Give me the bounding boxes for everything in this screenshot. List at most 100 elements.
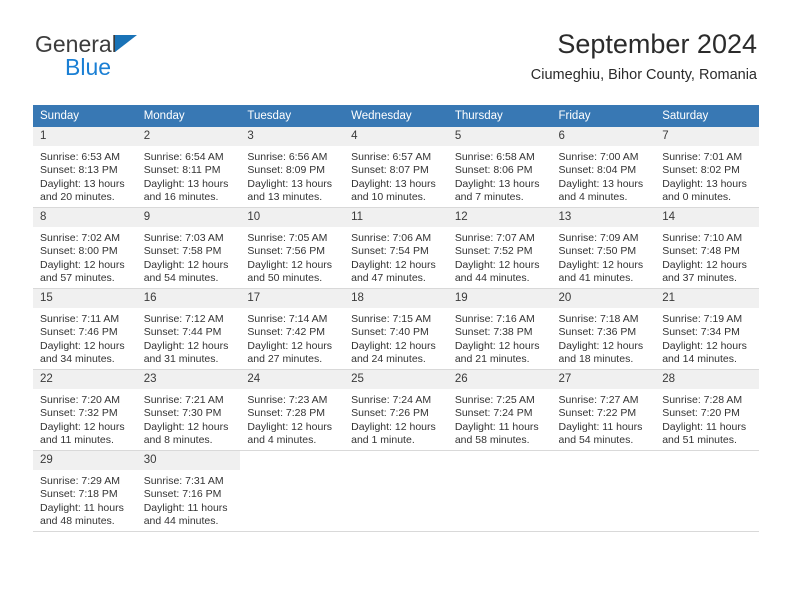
daylight-text-line2: and 47 minutes. [351, 272, 426, 285]
calendar-day-cell: 17 Sunrise: 7:14 AM Sunset: 7:42 PM Dayligh… [240, 288, 345, 370]
daylight-text-line1: Daylight: 13 hours [558, 177, 644, 190]
day-details: Sunrise: 7:03 AM Sunset: 7:58 PM Daylight:… [137, 227, 241, 286]
day-details: Sunrise: 7:25 AM Sunset: 7:24 PM Daylight:… [448, 389, 552, 448]
day-number-placeholder [551, 451, 656, 470]
daylight-text-line2: and 20 minutes. [40, 191, 115, 204]
sunrise-text: Sunrise: 7:09 AM [558, 232, 639, 244]
daylight-text-line2: and 11 minutes. [40, 434, 114, 447]
daylight-text-line2: and 37 minutes. [662, 272, 737, 285]
day-number: 21 [655, 289, 759, 308]
sunset-text: Sunset: 8:00 PM [40, 245, 118, 258]
daylight-text-line1: Daylight: 12 hours [454, 258, 540, 271]
day-number: 26 [447, 370, 552, 389]
daylight-text-line1: Daylight: 12 hours [662, 339, 747, 352]
calendar-day-cell: 4 Sunrise: 6:57 AM Sunset: 8:07 PM Daylight… [344, 126, 448, 208]
calendar-day-cell-empty [447, 450, 552, 532]
day-number: 11 [344, 208, 448, 227]
calendar-day-cell: 16 Sunrise: 7:12 AM Sunset: 7:44 PM Dayligh… [136, 288, 241, 370]
calendar-day-cell: 30 Sunrise: 7:31 AM Sunset: 7:16 PM Dayligh… [136, 450, 241, 532]
calendar-day-cell: 23 Sunrise: 7:21 AM Sunset: 7:30 PM Dayligh… [136, 369, 241, 451]
sunrise-text: Sunrise: 7:18 AM [558, 313, 639, 325]
sunrise-text: Sunrise: 7:12 AM [143, 313, 224, 325]
sunrise-text: Sunrise: 7:11 AM [40, 313, 120, 325]
sunset-text: Sunset: 7:28 PM [247, 407, 326, 420]
day-number: 13 [551, 208, 656, 227]
sunrise-text: Sunrise: 6:56 AM [247, 151, 328, 163]
day-number: 15 [33, 289, 137, 308]
calendar-day-cell: 13 Sunrise: 7:09 AM Sunset: 7:50 PM Dayligh… [551, 207, 656, 289]
daylight-text-line2: and 0 minutes. [662, 191, 732, 204]
sunset-text: Sunset: 7:26 PM [351, 407, 429, 420]
daylight-text-line1: Daylight: 11 hours [662, 420, 747, 433]
day-details: Sunrise: 7:28 AM Sunset: 7:20 PM Daylight:… [655, 389, 759, 448]
calendar-day-cell: 26 Sunrise: 7:25 AM Sunset: 7:24 PM Dayligh… [447, 369, 552, 451]
logo-word-blue: Blue [65, 54, 112, 80]
sunset-text: Sunset: 7:54 PM [351, 245, 429, 258]
calendar-day-cell: 7 Sunrise: 7:01 AM Sunset: 8:02 PM Daylight… [655, 126, 759, 208]
day-details: Sunrise: 7:12 AM Sunset: 7:44 PM Daylight:… [137, 308, 241, 367]
calendar-day-cell: 1 Sunrise: 6:53 AM Sunset: 8:13 PM Daylight… [33, 126, 137, 208]
day-number: 27 [551, 370, 656, 389]
sunset-text: Sunset: 7:52 PM [454, 245, 533, 258]
day-details: Sunrise: 7:07 AM Sunset: 7:52 PM Daylight:… [448, 227, 552, 286]
day-number: 14 [655, 208, 759, 227]
sunrise-text: Sunrise: 7:15 AM [351, 313, 432, 325]
sunset-text: Sunset: 8:02 PM [662, 164, 740, 177]
sunrise-text: Sunrise: 7:24 AM [351, 394, 432, 406]
day-number: 20 [551, 289, 656, 308]
calendar-day-cell: 20 Sunrise: 7:18 AM Sunset: 7:36 PM Dayligh… [551, 288, 656, 370]
daylight-text-line1: Daylight: 12 hours [143, 420, 229, 433]
daylight-text-line2: and 58 minutes. [454, 434, 530, 447]
page-header: General Blue September 2024 Ciumeghiu, B… [0, 0, 792, 83]
day-details: Sunrise: 7:14 AM Sunset: 7:42 PM Daylight:… [240, 308, 344, 367]
sunset-text: Sunset: 7:16 PM [143, 488, 222, 501]
sunrise-text: Sunrise: 7:06 AM [351, 232, 432, 244]
day-details: Sunrise: 7:29 AM Sunset: 7:18 PM Daylight:… [33, 470, 137, 529]
sunrise-text: Sunrise: 7:10 AM [662, 232, 743, 244]
page-title: September 2024 [557, 29, 757, 59]
daylight-text-line2: and 18 minutes. [558, 353, 634, 366]
day-details: Sunrise: 7:10 AM Sunset: 7:48 PM Daylight:… [655, 227, 759, 286]
sunrise-text: Sunrise: 7:20 AM [40, 394, 120, 406]
day-details: Sunrise: 7:05 AM Sunset: 7:56 PM Daylight:… [240, 227, 344, 286]
day-details: Sunrise: 7:00 AM Sunset: 8:04 PM Daylight:… [552, 146, 656, 205]
calendar-day-cell: 9 Sunrise: 7:03 AM Sunset: 7:58 PM Daylight… [136, 207, 241, 289]
sunrise-text: Sunrise: 6:58 AM [454, 151, 535, 163]
day-details: Sunrise: 6:54 AM Sunset: 8:11 PM Daylight:… [137, 146, 241, 205]
day-details: Sunrise: 7:15 AM Sunset: 7:40 PM Daylight:… [344, 308, 448, 367]
daylight-text-line2: and 4 minutes. [247, 434, 317, 447]
weekday-header-friday: Friday [551, 105, 656, 127]
sunset-text: Sunset: 7:58 PM [143, 245, 222, 258]
sunrise-text: Sunrise: 7:19 AM [662, 313, 743, 325]
sunset-text: Sunset: 7:32 PM [40, 407, 118, 420]
day-number: 9 [136, 208, 241, 227]
weekday-header-sunday: Sunday [33, 105, 137, 127]
daylight-text-line1: Daylight: 12 hours [143, 339, 229, 352]
day-number: 7 [655, 127, 759, 146]
daylight-text-line1: Daylight: 13 hours [40, 177, 125, 190]
day-details: Sunrise: 6:58 AM Sunset: 8:06 PM Daylight:… [448, 146, 552, 205]
calendar-day-cell: 8 Sunrise: 7:02 AM Sunset: 8:00 PM Daylight… [33, 207, 137, 289]
sunset-text: Sunset: 7:50 PM [558, 245, 637, 258]
sunset-text: Sunset: 7:40 PM [351, 326, 429, 339]
day-details: Sunrise: 7:18 AM Sunset: 7:36 PM Daylight:… [552, 308, 656, 367]
day-number: 3 [240, 127, 345, 146]
day-details: Sunrise: 7:11 AM Sunset: 7:46 PM Daylight:… [33, 308, 137, 367]
calendar-day-cell: 15 Sunrise: 7:11 AM Sunset: 7:46 PM Dayligh… [33, 288, 137, 370]
daylight-text-line1: Daylight: 12 hours [351, 258, 436, 271]
daylight-text-line2: and 10 minutes. [351, 191, 426, 204]
day-number: 5 [447, 127, 552, 146]
general-blue-logo[interactable]: General Blue [35, 33, 215, 81]
sunset-text: Sunset: 7:42 PM [247, 326, 326, 339]
day-number: 4 [344, 127, 448, 146]
daylight-text-line1: Daylight: 13 hours [351, 177, 436, 190]
day-number: 30 [136, 451, 241, 470]
day-number: 2 [136, 127, 241, 146]
sunset-text: Sunset: 8:11 PM [143, 164, 221, 177]
daylight-text-line2: and 34 minutes. [40, 353, 115, 366]
sunset-text: Sunset: 7:44 PM [143, 326, 222, 339]
sunset-text: Sunset: 8:13 PM [40, 164, 118, 177]
sunrise-text: Sunrise: 7:21 AM [143, 394, 224, 406]
day-number: 8 [33, 208, 137, 227]
daylight-text-line2: and 1 minute. [351, 434, 415, 447]
